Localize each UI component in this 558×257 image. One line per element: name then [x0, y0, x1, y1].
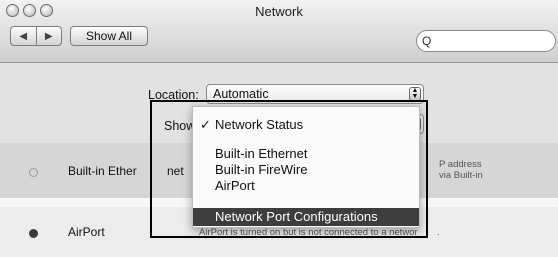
- magnifier-icon: Q: [422, 34, 432, 48]
- desc-line-1: P address: [439, 159, 482, 170]
- status-dot-icon: [29, 229, 38, 238]
- forward-arrow-icon[interactable]: ▶: [35, 27, 62, 45]
- popup-arrows-icon: ▲ ▼: [409, 87, 421, 101]
- titlebar: Network ◀ ▶ Show All Q: [0, 0, 558, 63]
- desc-line-2: via Built-in: [439, 170, 483, 181]
- service-description: P address via Built-in: [439, 159, 483, 181]
- callout-frame: [150, 100, 428, 238]
- show-all-button[interactable]: Show All: [70, 26, 148, 46]
- network-preferences-window: Network ◀ ▶ Show All Q Location: Automat…: [0, 0, 558, 257]
- service-name: Built-in Ether: [68, 164, 137, 178]
- back-forward-control: ◀ ▶: [10, 26, 62, 46]
- back-arrow-icon[interactable]: ◀: [11, 27, 36, 45]
- status-dot-icon: [29, 168, 38, 177]
- window-title: Network: [255, 4, 303, 19]
- search-field[interactable]: Q: [416, 30, 556, 52]
- service-name: AirPort: [68, 225, 105, 239]
- location-value: Automatic: [213, 87, 269, 101]
- service-description-tail: .: [437, 227, 440, 238]
